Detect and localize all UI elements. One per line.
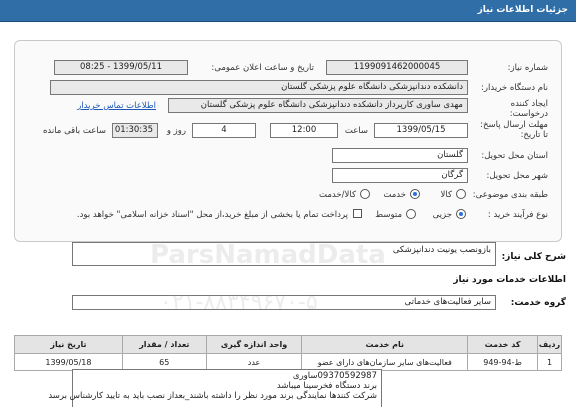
services-table: ردیف کد خدمت نام خدمت واحد اندازه گیری ت… [14,335,562,371]
payment-note: پرداخت تمام یا بخشی از مبلغ خرید،از محل … [76,210,348,220]
col-code-header: کد خدمت [467,335,539,354]
province-label: استان محل تحویل: [481,151,548,161]
days-label: روز و [166,126,186,136]
remaining-label: ساعت باقی مانده [42,126,106,136]
process-medium-label: متوسط [375,210,402,220]
category-goods-radio[interactable] [456,189,466,199]
buyer-org-label: نام دستگاه خریدار: [481,83,548,93]
announce-field: 1399/05/11 - 08:25 [54,60,188,75]
page-title: جزئیات اطلاعات نیاز [477,5,568,15]
creator-label: ایجاد کننده درخواست: [509,99,548,119]
category-service-radio[interactable] [410,189,420,199]
treasury-bonds-checkbox[interactable] [353,209,362,218]
deadline-date-field: 1399/05/15 [374,123,468,138]
service-group-label: گروه خدمت: [510,298,566,308]
header-bar: جزئیات اطلاعات نیاز [0,0,576,22]
col-date-header: تاریخ نیاز [14,335,123,354]
col-qty-header: تعداد / مقدار [121,335,207,354]
need-number-label: شماره نیاز: [507,63,548,73]
description-line-3: شرکت کنندها نمایندگی برند مورد نظر را دا… [48,391,377,401]
city-label: شهر محل تحویل: [486,171,548,181]
deadline-label: مهلت ارسال پاسخ: تا تاریخ: [480,120,548,140]
city-field: گرگان [332,168,468,183]
col-row-header: ردیف [537,335,562,354]
buyer-org-field: دانشکده دندانپزشکی دانشگاه علوم پزشکی گل… [50,80,468,95]
category-both-radio[interactable] [360,189,370,199]
days-field: 4 [192,123,256,138]
process-label: نوع فرآیند خرید : [487,210,548,220]
service-group-field: سایر فعالیت‌های خدماتی [72,295,496,310]
category-goods-label: کالا [440,190,452,200]
creator-field: مهدی ساوری کارپرداز دانشکده دندانپزشکی د… [168,98,468,113]
cell-name: فعالیت‌های سایر سازمان‌های دارای عضو [301,353,469,371]
deadline-time-field: 12:00 [270,123,338,138]
cell-qty: 65 [121,353,207,371]
table-row: 1 ط-94-949 فعالیت‌های سایر سازمان‌های دا… [14,353,562,371]
cell-date: 1399/05/18 [14,353,123,371]
buyer-description: 09370592987ساوری برند دستگاه فخرسینا میب… [48,369,382,407]
col-unit-header: واحد اندازه گیری [205,335,303,354]
services-section-title: اطلاعات خدمات مورد نیاز [453,275,566,285]
description-line-1: 09370592987ساوری [292,371,377,381]
category-label: طبقه بندی موضوعی: [472,190,548,200]
cell-row: 1 [537,353,562,371]
cell-unit: عدد [205,353,303,371]
col-name-header: نام خدمت [301,335,469,354]
process-minor-radio[interactable] [456,209,466,219]
summary-field: بازونصب یونیت دندانپزشکی [72,242,496,266]
deadline-time-label: ساعت [344,126,368,136]
category-both-label: کالا/خدمت [319,190,356,200]
category-service-label: خدمت [383,190,406,200]
summary-label: شرح کلی نیاز: [501,252,566,262]
remaining-time-field: 01:30:35 [112,123,158,138]
need-number-field: 1199091462000045 [326,60,468,75]
process-minor-label: جزیی [432,210,452,220]
buyer-contact-link[interactable]: اطلاعات تماس خریدار [77,101,156,111]
description-line-2: برند دستگاه فخرسینا میباشد [276,381,377,391]
table-header-row: ردیف کد خدمت نام خدمت واحد اندازه گیری ت… [14,335,562,354]
cell-code: ط-94-949 [467,353,539,371]
province-field: گلستان [332,148,468,163]
process-medium-radio[interactable] [406,209,416,219]
announce-label: تاریخ و ساعت اعلان عمومی: [211,63,314,73]
